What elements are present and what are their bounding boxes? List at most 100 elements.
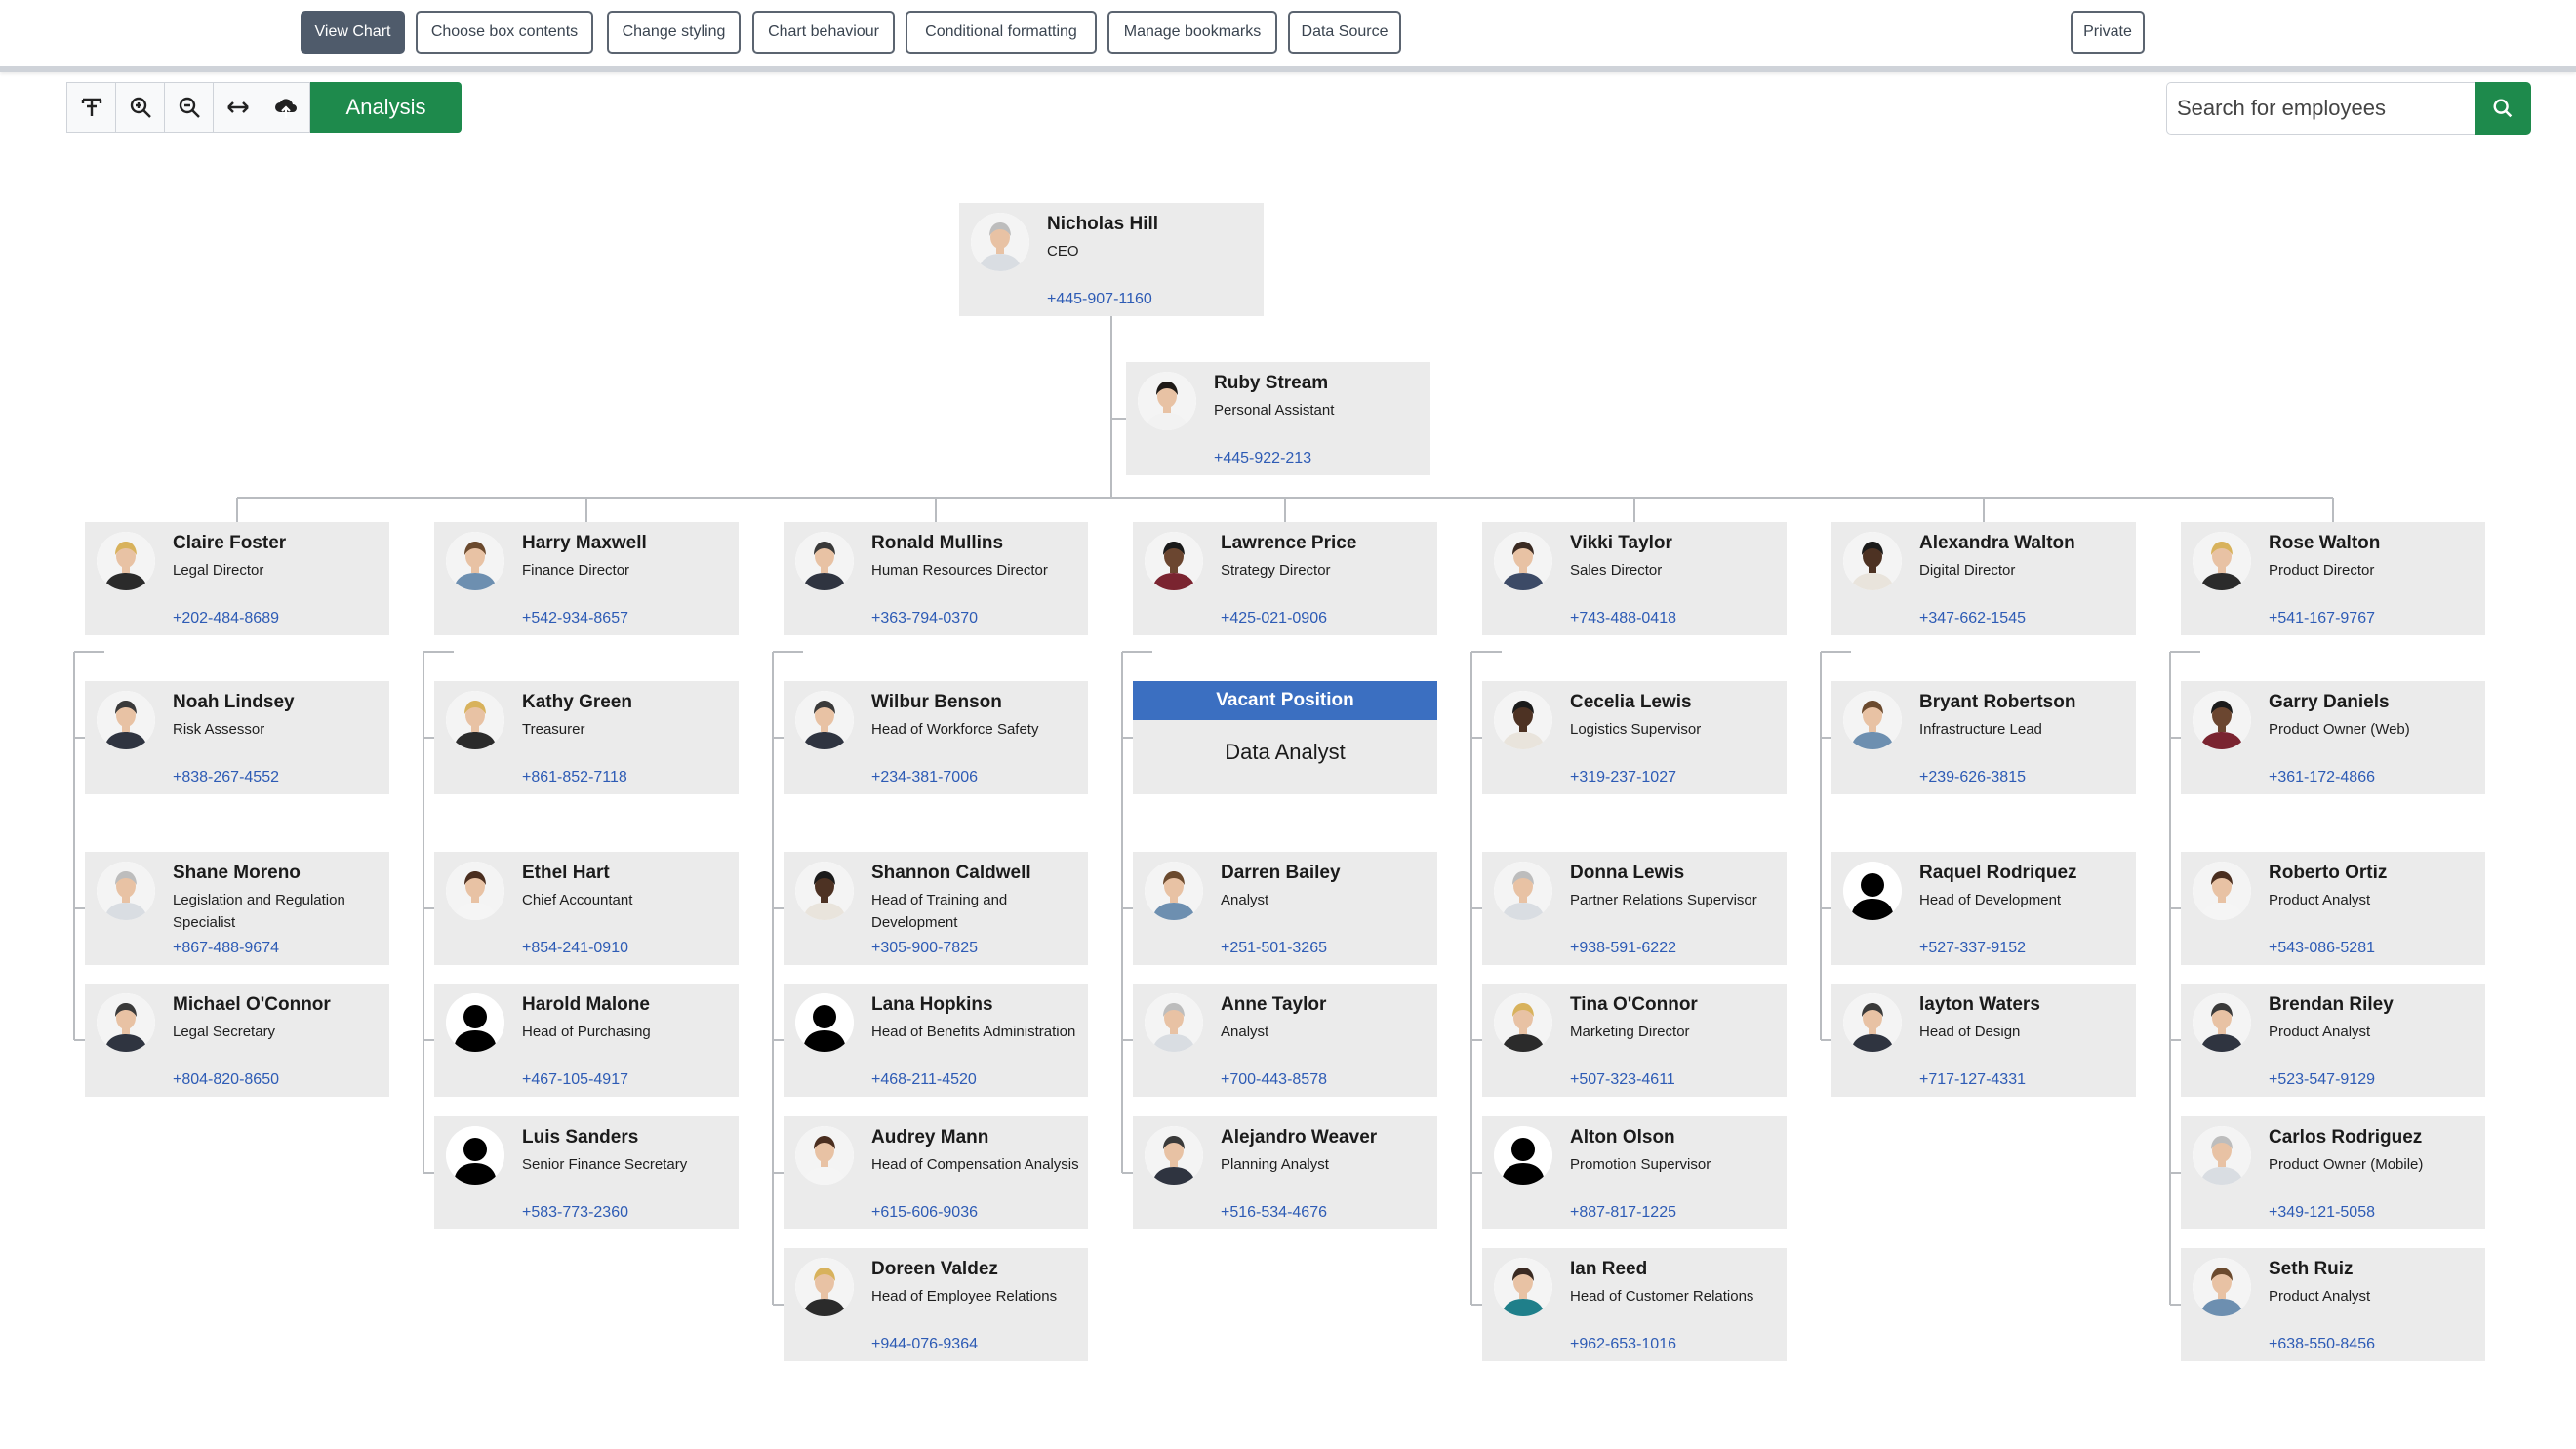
- employee-card-c75[interactable]: Seth Ruiz Product Analyst +638-550-8456: [2181, 1248, 2485, 1361]
- employee-name: Carlos Rodriguez: [2269, 1127, 2423, 1147]
- text-size-icon[interactable]: [66, 82, 115, 133]
- tab-conditional-formatting[interactable]: Conditional formatting: [906, 11, 1097, 54]
- employee-card-c35[interactable]: Doreen Valdez Head of Employee Relations +…: [784, 1248, 1088, 1361]
- employee-phone[interactable]: +251-501-3265: [1221, 940, 1327, 957]
- tab-manage-bookmarks[interactable]: Manage bookmarks: [1107, 11, 1277, 54]
- employee-card-c62[interactable]: Raquel Rodriquez Head of Development +527-…: [1831, 852, 2136, 965]
- employee-card-pa[interactable]: Ruby Stream Personal Assistant +445-922-21…: [1126, 362, 1430, 475]
- employee-card-d4[interactable]: Lawrence Price Strategy Director +425-021-…: [1133, 522, 1437, 635]
- employee-card-c21[interactable]: Kathy Green Treasurer +861-852-7118: [434, 681, 739, 794]
- employee-phone[interactable]: +615-606-9036: [871, 1204, 978, 1222]
- employee-card-c51[interactable]: Cecelia Lewis Logistics Supervisor +319-23…: [1482, 681, 1787, 794]
- employee-card-c63[interactable]: layton Waters Head of Design +717-127-4331: [1831, 984, 2136, 1097]
- employee-card-c43[interactable]: Anne Taylor Analyst +700-443-8578: [1133, 984, 1437, 1097]
- employee-card-c42[interactable]: Darren Bailey Analyst +251-501-3265: [1133, 852, 1437, 965]
- zoom-in-icon[interactable]: [115, 82, 164, 133]
- employee-phone[interactable]: +838-267-4552: [173, 769, 279, 786]
- employee-phone[interactable]: +542-934-8657: [522, 610, 628, 627]
- employee-phone[interactable]: +347-662-1545: [1919, 610, 2026, 627]
- employee-title: Treasurer: [522, 721, 585, 738]
- employee-phone[interactable]: +445-907-1160: [1047, 291, 1152, 308]
- employee-phone[interactable]: +305-900-7825: [871, 940, 978, 957]
- tab-change-styling[interactable]: Change styling: [607, 11, 741, 54]
- analysis-button[interactable]: Analysis: [310, 82, 462, 133]
- employee-card-c12[interactable]: Shane Moreno Legislation and Regulation S…: [85, 852, 389, 965]
- employee-phone[interactable]: +363-794-0370: [871, 610, 978, 627]
- employee-phone[interactable]: +743-488-0418: [1570, 610, 1676, 627]
- employee-name: Bryant Robertson: [1919, 692, 2076, 712]
- employee-phone[interactable]: +638-550-8456: [2269, 1336, 2375, 1353]
- employee-card-d6[interactable]: Alexandra Walton Digital Director +347-662…: [1831, 522, 2136, 635]
- tab-view-chart[interactable]: View Chart: [301, 11, 405, 54]
- employee-card-c33[interactable]: Lana Hopkins Head of Benefits Administrat…: [784, 984, 1088, 1097]
- employee-phone[interactable]: +944-076-9364: [871, 1336, 978, 1353]
- employee-phone[interactable]: +804-820-8650: [173, 1071, 279, 1089]
- employee-card-c74[interactable]: Carlos Rodriguez Product Owner (Mobile) +3…: [2181, 1116, 2485, 1229]
- employee-card-ceo[interactable]: Nicholas Hill CEO +445-907-1160: [959, 203, 1264, 316]
- employee-name: Seth Ruiz: [2269, 1259, 2354, 1279]
- employee-card-d3[interactable]: Ronald Mullins Human Resources Director +3…: [784, 522, 1088, 635]
- employee-phone[interactable]: +583-773-2360: [522, 1204, 628, 1222]
- employee-name: Garry Daniels: [2269, 692, 2390, 712]
- employee-card-c13[interactable]: Michael O'Connor Legal Secretary +804-820-…: [85, 984, 389, 1097]
- employee-card-c11[interactable]: Noah Lindsey Risk Assessor +838-267-4552: [85, 681, 389, 794]
- employee-phone[interactable]: +468-211-4520: [871, 1071, 977, 1089]
- employee-phone[interactable]: +361-172-4866: [2269, 769, 2375, 786]
- employee-card-d1[interactable]: Claire Foster Legal Director +202-484-8689: [85, 522, 389, 635]
- employee-phone[interactable]: +523-547-9129: [2269, 1071, 2375, 1089]
- employee-card-d5[interactable]: Vikki Taylor Sales Director +743-488-0418: [1482, 522, 1787, 635]
- employee-card-c32[interactable]: Shannon Caldwell Head of Training and Dev…: [784, 852, 1088, 965]
- employee-card-c73[interactable]: Brendan Riley Product Analyst +523-547-912…: [2181, 984, 2485, 1097]
- employee-card-c61[interactable]: Bryant Robertson Infrastructure Lead +239-…: [1831, 681, 2136, 794]
- employee-card-c23[interactable]: Harold Malone Head of Purchasing +467-105-…: [434, 984, 739, 1097]
- avatar: [97, 862, 155, 920]
- zoom-out-icon[interactable]: [164, 82, 213, 133]
- employee-card-c34[interactable]: Audrey Mann Head of Compensation Analysis…: [784, 1116, 1088, 1229]
- employee-card-c44[interactable]: Alejandro Weaver Planning Analyst +516-534…: [1133, 1116, 1437, 1229]
- employee-phone[interactable]: +700-443-8578: [1221, 1071, 1327, 1089]
- employee-card-c71[interactable]: Garry Daniels Product Owner (Web) +361-172…: [2181, 681, 2485, 794]
- employee-card-c52[interactable]: Donna Lewis Partner Relations Supervisor +…: [1482, 852, 1787, 965]
- employee-card-c53[interactable]: Tina O'Connor Marketing Director +507-323-…: [1482, 984, 1787, 1097]
- employee-name: Noah Lindsey: [173, 692, 295, 712]
- tab-data-source[interactable]: Data Source: [1288, 11, 1401, 54]
- employee-phone[interactable]: +541-167-9767: [2269, 610, 2375, 627]
- search-input[interactable]: [2166, 82, 2476, 135]
- employee-phone[interactable]: +938-591-6222: [1570, 940, 1676, 957]
- employee-card-c72[interactable]: Roberto Ortiz Product Analyst +543-086-528…: [2181, 852, 2485, 965]
- employee-phone[interactable]: +527-337-9152: [1919, 940, 2026, 957]
- employee-phone[interactable]: +319-237-1027: [1570, 769, 1676, 786]
- employee-phone[interactable]: +887-817-1225: [1570, 1204, 1676, 1222]
- employee-phone[interactable]: +202-484-8689: [173, 610, 279, 627]
- tab-private[interactable]: Private: [2071, 11, 2145, 54]
- employee-card-d2[interactable]: Harry Maxwell Finance Director +542-934-86…: [434, 522, 739, 635]
- avatar: [795, 1126, 854, 1185]
- employee-phone[interactable]: +962-653-1016: [1570, 1336, 1676, 1353]
- employee-phone[interactable]: +543-086-5281: [2269, 940, 2375, 957]
- employee-card-c22[interactable]: Ethel Hart Chief Accountant +854-241-0910: [434, 852, 739, 965]
- employee-card-c24[interactable]: Luis Sanders Senior Finance Secretary +583…: [434, 1116, 739, 1229]
- employee-card-c55[interactable]: Ian Reed Head of Customer Relations +962-6…: [1482, 1248, 1787, 1361]
- employee-phone[interactable]: +349-121-5058: [2269, 1204, 2375, 1222]
- employee-phone[interactable]: +425-021-0906: [1221, 610, 1327, 627]
- employee-card-c54[interactable]: Alton Olson Promotion Supervisor +887-817-…: [1482, 1116, 1787, 1229]
- employee-phone[interactable]: +234-381-7006: [871, 769, 978, 786]
- employee-phone[interactable]: +867-488-9674: [173, 940, 279, 957]
- tab-choose-box-contents[interactable]: Choose box contents: [416, 11, 593, 54]
- employee-phone[interactable]: +445-922-213: [1214, 450, 1311, 467]
- employee-name: Raquel Rodriquez: [1919, 863, 2077, 883]
- employee-card-c31[interactable]: Wilbur Benson Head of Workforce Safety +23…: [784, 681, 1088, 794]
- employee-phone[interactable]: +717-127-4331: [1919, 1071, 2026, 1089]
- employee-phone[interactable]: +239-626-3815: [1919, 769, 2026, 786]
- employee-phone[interactable]: +516-534-4676: [1221, 1204, 1327, 1222]
- employee-phone[interactable]: +854-241-0910: [522, 940, 628, 957]
- employee-card-d7[interactable]: Rose Walton Product Director +541-167-9767: [2181, 522, 2485, 635]
- employee-phone[interactable]: +507-323-4611: [1570, 1071, 1675, 1089]
- search-button[interactable]: [2475, 82, 2531, 135]
- vacant-position-card[interactable]: Vacant Position Data Analyst: [1133, 681, 1437, 794]
- employee-phone[interactable]: +467-105-4917: [522, 1071, 628, 1089]
- cloud-upload-icon[interactable]: [262, 82, 310, 133]
- fit-width-icon[interactable]: [213, 82, 262, 133]
- employee-phone[interactable]: +861-852-7118: [522, 769, 627, 786]
- tab-chart-behaviour[interactable]: Chart behaviour: [752, 11, 895, 54]
